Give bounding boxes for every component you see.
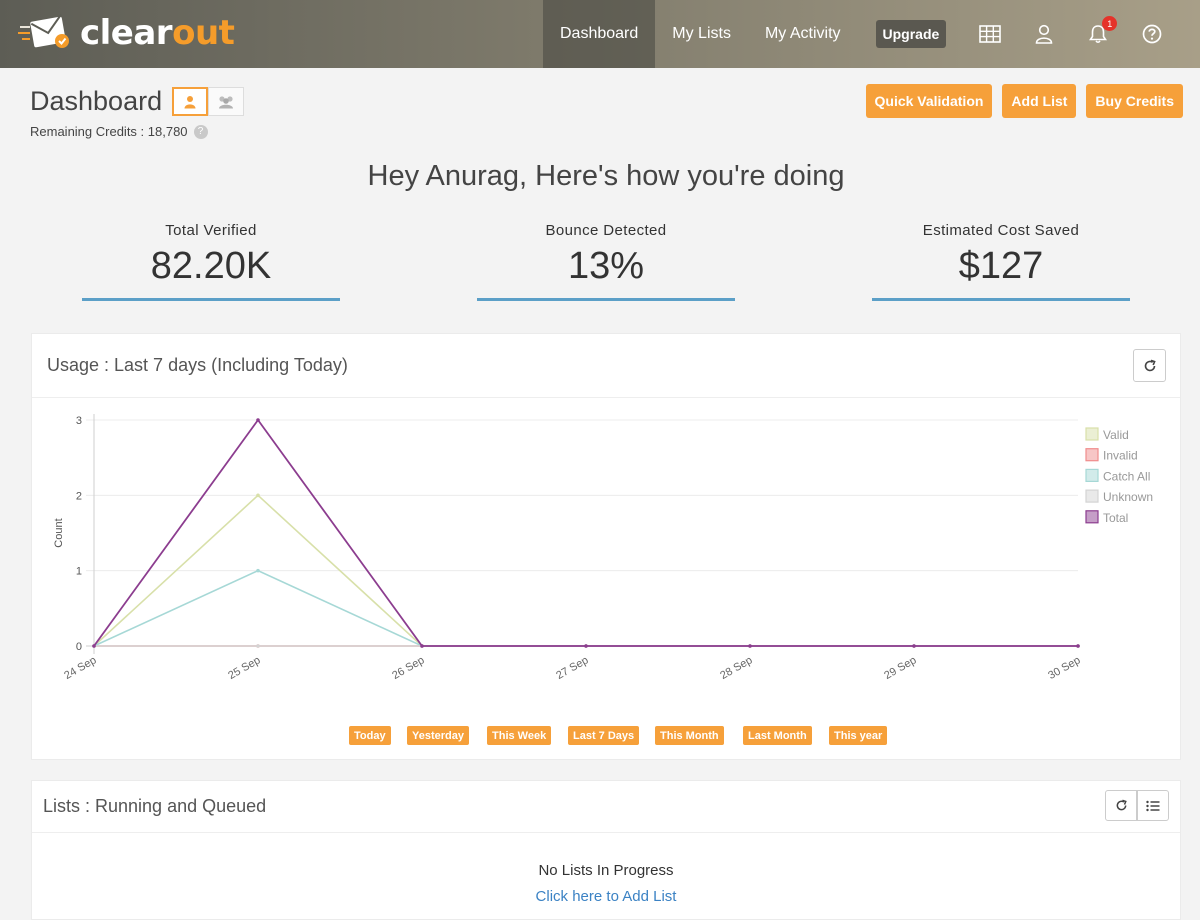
upgrade-button[interactable]: Upgrade xyxy=(875,20,947,48)
lists-view-button[interactable] xyxy=(1137,790,1169,821)
lists-refresh-button[interactable] xyxy=(1105,790,1137,821)
stat-value: $127 xyxy=(958,245,1044,287)
range-button-this-year[interactable]: This year xyxy=(829,726,888,745)
usage-panel: Usage : Last 7 days (Including Today) xyxy=(31,333,1181,760)
view-toggle xyxy=(172,87,244,116)
list-icon xyxy=(1146,800,1160,811)
range-button-yesterday[interactable]: Yesterday xyxy=(407,726,469,745)
user-icon xyxy=(1036,24,1053,44)
stat-bounce-detected: Bounce Detected 13% xyxy=(477,222,735,301)
remaining-credits: Remaining Credits : 18,780 ? xyxy=(30,124,208,139)
nav-notifications-button[interactable]: 1 xyxy=(1071,0,1125,68)
range-button-last-month[interactable]: Last Month xyxy=(743,726,812,745)
stat-underline xyxy=(872,298,1130,301)
add-list-button[interactable]: Add List xyxy=(1002,84,1077,118)
refresh-icon xyxy=(1116,799,1127,811)
person-icon xyxy=(184,95,196,108)
add-list-link: Click here to Add List xyxy=(0,888,1200,905)
help-icon xyxy=(1142,24,1162,44)
info-icon[interactable]: ? xyxy=(193,124,208,139)
stat-label: Bounce Detected xyxy=(545,222,667,239)
top-navbar: clearout Dashboard My Lists My Activity … xyxy=(0,0,1200,68)
stat-label: Total Verified xyxy=(165,222,257,239)
nav-grid-button[interactable] xyxy=(963,0,1017,68)
usage-refresh-button[interactable] xyxy=(1133,349,1166,382)
add-list-link-text[interactable]: Click here to Add List xyxy=(536,888,677,905)
nav-dashboard[interactable]: Dashboard xyxy=(543,0,656,68)
grid-icon xyxy=(979,25,1002,43)
lists-panel-title: Lists : Running and Queued xyxy=(32,781,1180,833)
nav-my-lists[interactable]: My Lists xyxy=(655,0,748,68)
stat-underline xyxy=(477,298,735,301)
header-actions: Quick Validation Add List Buy Credits xyxy=(856,84,1183,118)
nav-help-button[interactable] xyxy=(1125,0,1179,68)
team-view-button[interactable] xyxy=(208,87,244,116)
range-button-this-week[interactable]: This Week xyxy=(487,726,552,745)
stat-underline xyxy=(82,298,340,301)
clearout-logo[interactable]: clearout xyxy=(18,10,235,56)
page-title: Dashboard xyxy=(30,86,163,116)
logo-text-out: out xyxy=(172,13,235,53)
stat-estimated-cost-saved: Estimated Cost Saved $127 xyxy=(872,222,1130,301)
logo-envelope-icon xyxy=(18,13,69,48)
team-icon xyxy=(219,95,233,108)
stat-value: 13% xyxy=(567,245,645,287)
range-button-today[interactable]: Today xyxy=(349,726,391,745)
buy-credits-button[interactable]: Buy Credits xyxy=(1086,84,1183,118)
logo-text-clear: clear xyxy=(80,13,173,53)
range-button-last-7-days[interactable]: Last 7 Days xyxy=(568,726,640,745)
remaining-credits-text: Remaining Credits : 18,780 xyxy=(30,124,188,139)
refresh-icon xyxy=(1144,359,1156,371)
stat-value: 82.20K xyxy=(150,245,272,287)
logo-text: clearout xyxy=(80,13,235,53)
nav-user-button[interactable] xyxy=(1017,0,1071,68)
usage-panel-title: Usage : Last 7 days (Including Today) xyxy=(32,334,1180,398)
notification-badge: 1 xyxy=(1102,16,1118,31)
main-nav: Dashboard My Lists My Activity Upgrade 1 xyxy=(543,0,1179,68)
no-lists-text: No Lists In Progress xyxy=(538,862,674,879)
nav-my-activity[interactable]: My Activity xyxy=(748,0,858,68)
stat-total-verified: Total Verified 82.20K xyxy=(82,222,340,301)
personal-view-button[interactable] xyxy=(172,87,208,116)
greeting-heading: Hey Anurag, Here's how you're doing xyxy=(367,160,845,192)
range-button-this-month[interactable]: This Month xyxy=(655,726,724,745)
quick-validation-button[interactable]: Quick Validation xyxy=(865,84,993,118)
stat-label: Estimated Cost Saved xyxy=(922,222,1080,239)
